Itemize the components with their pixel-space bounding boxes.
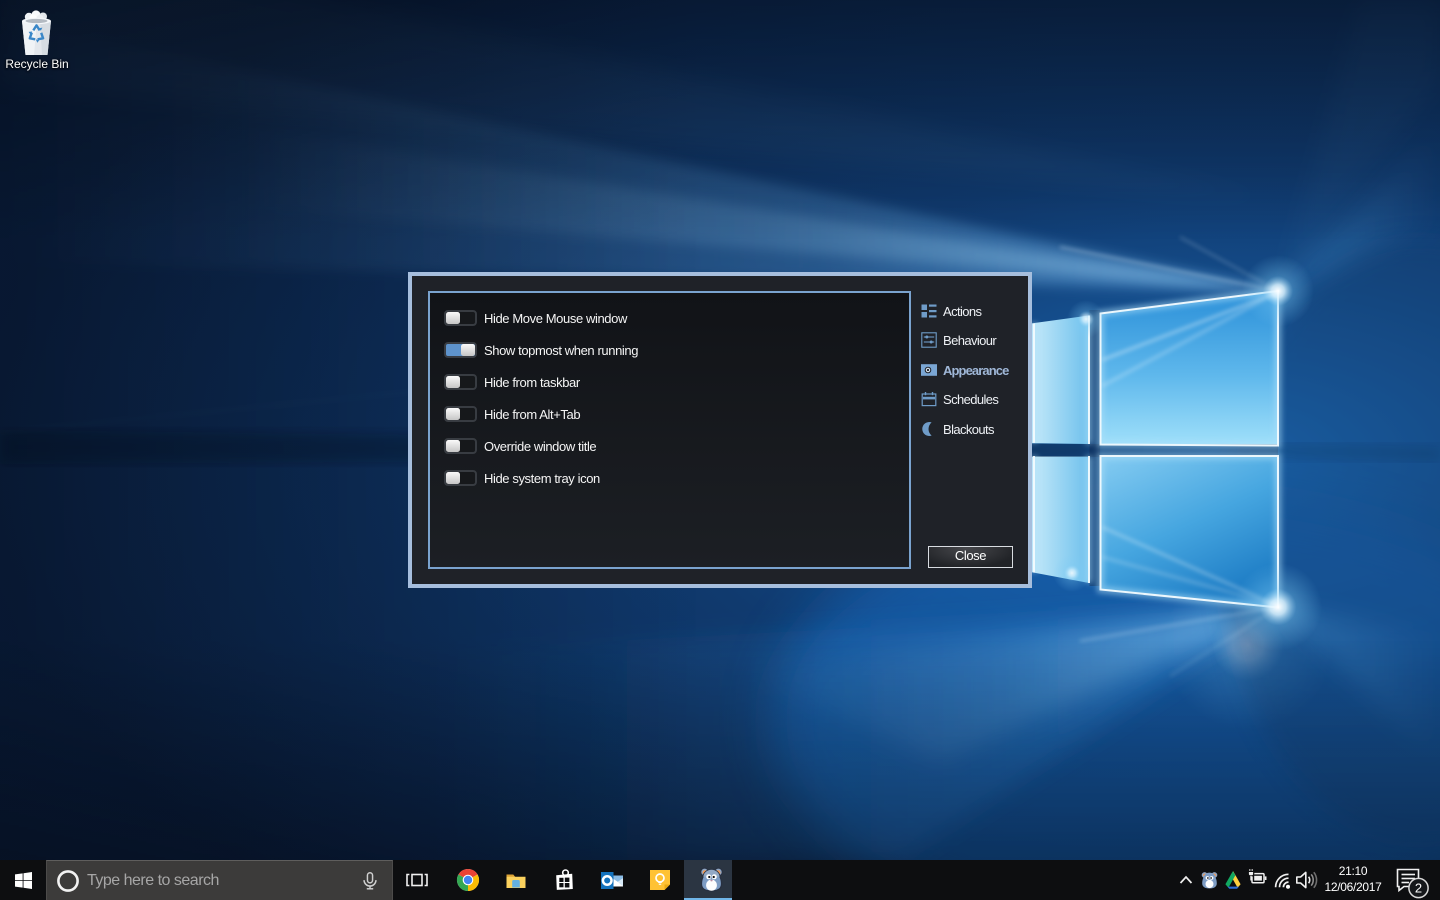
svg-text:2: 2	[1415, 881, 1422, 896]
